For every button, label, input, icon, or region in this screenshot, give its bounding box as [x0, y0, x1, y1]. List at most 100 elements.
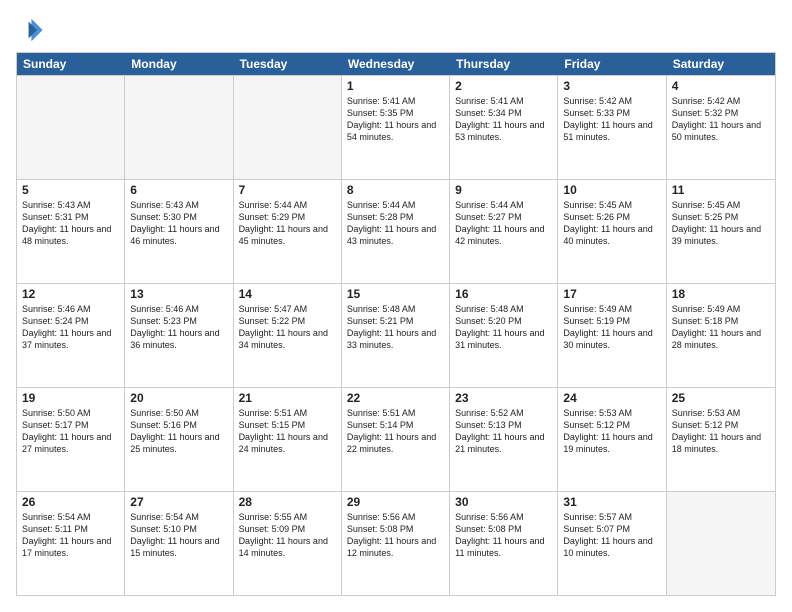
day-cell-9: 9Sunrise: 5:44 AM Sunset: 5:27 PM Daylig…: [450, 180, 558, 283]
day-info: Sunrise: 5:48 AM Sunset: 5:20 PM Dayligh…: [455, 303, 552, 352]
day-info: Sunrise: 5:47 AM Sunset: 5:22 PM Dayligh…: [239, 303, 336, 352]
empty-cell: [17, 76, 125, 179]
header-day-wednesday: Wednesday: [342, 53, 450, 75]
day-info: Sunrise: 5:49 AM Sunset: 5:18 PM Dayligh…: [672, 303, 770, 352]
day-number: 19: [22, 391, 119, 405]
day-cell-18: 18 Sunrise: 5:49 AM Sunset: 5:18 PM Dayli…: [667, 284, 775, 387]
day-number: 10: [563, 183, 660, 197]
header-day-sunday: Sunday: [17, 53, 125, 75]
day-cell-2: 2 Sunrise: 5:41 AM Sunset: 5:34 PM Daylig…: [450, 76, 558, 179]
day-number: 24: [563, 391, 660, 405]
day-cell-8: 8Sunrise: 5:44 AM Sunset: 5:28 PM Daylig…: [342, 180, 450, 283]
calendar-row-2: 12 Sunrise: 5:46 AM Sunset: 5:24 PM Dayli…: [17, 283, 775, 387]
day-cell-21: 21 Sunrise: 5:51 AM Sunset: 5:15 PM Dayli…: [234, 388, 342, 491]
header-day-tuesday: Tuesday: [234, 53, 342, 75]
day-info: Sunrise: 5:53 AM Sunset: 5:12 PM Dayligh…: [672, 407, 770, 456]
day-number: 26: [22, 495, 119, 509]
day-info: Sunrise: 5:56 AM Sunset: 5:08 PM Dayligh…: [455, 511, 552, 560]
day-cell-4: 4 Sunrise: 5:42 AM Sunset: 5:32 PM Daylig…: [667, 76, 775, 179]
day-cell-1: 1 Sunrise: 5:41 AM Sunset: 5:35 PM Daylig…: [342, 76, 450, 179]
day-info: Sunrise: 5:51 AM Sunset: 5:15 PM Dayligh…: [239, 407, 336, 456]
calendar-row-4: 26 Sunrise: 5:54 AM Sunset: 5:11 PM Dayli…: [17, 491, 775, 595]
day-info: Sunrise: 5:56 AM Sunset: 5:08 PM Dayligh…: [347, 511, 444, 560]
day-cell-5: 5 Sunrise: 5:43 AM Sunset: 5:31 PM Daylig…: [17, 180, 125, 283]
day-cell-26: 26 Sunrise: 5:54 AM Sunset: 5:11 PM Dayli…: [17, 492, 125, 595]
calendar: SundayMondayTuesdayWednesdayThursdayFrid…: [16, 52, 776, 596]
day-number: 28: [239, 495, 336, 509]
day-info: Sunrise: 5:54 AM Sunset: 5:11 PM Dayligh…: [22, 511, 119, 560]
day-info: Sunrise: 5:49 AM Sunset: 5:19 PM Dayligh…: [563, 303, 660, 352]
day-info: Sunrise: 5:42 AM Sunset: 5:33 PM Dayligh…: [563, 95, 660, 144]
day-number: 27: [130, 495, 227, 509]
day-info: Sunrise: 5:52 AM Sunset: 5:13 PM Dayligh…: [455, 407, 552, 456]
day-info: Sunrise: 5:55 AM Sunset: 5:09 PM Dayligh…: [239, 511, 336, 560]
day-number: 17: [563, 287, 660, 301]
day-cell-13: 13 Sunrise: 5:46 AM Sunset: 5:23 PM Dayli…: [125, 284, 233, 387]
day-info: Sunrise: 5:45 AM Sunset: 5:25 PM Dayligh…: [672, 199, 770, 248]
day-number: 25: [672, 391, 770, 405]
day-number: 12: [22, 287, 119, 301]
day-number: 7: [239, 183, 336, 197]
day-info: Sunrise: 5:41 AM Sunset: 5:35 PM Dayligh…: [347, 95, 444, 144]
day-info: Sunrise: 5:54 AM Sunset: 5:10 PM Dayligh…: [130, 511, 227, 560]
page: SundayMondayTuesdayWednesdayThursdayFrid…: [0, 0, 792, 612]
empty-cell: [234, 76, 342, 179]
header-day-monday: Monday: [125, 53, 233, 75]
day-cell-19: 19 Sunrise: 5:50 AM Sunset: 5:17 PM Dayli…: [17, 388, 125, 491]
day-info: Sunrise: 5:45 AM Sunset: 5:26 PM Dayligh…: [563, 199, 660, 248]
header-day-friday: Friday: [558, 53, 666, 75]
header-day-thursday: Thursday: [450, 53, 558, 75]
day-info: Sunrise: 5:57 AM Sunset: 5:07 PM Dayligh…: [563, 511, 660, 560]
day-info: Sunrise: 5:53 AM Sunset: 5:12 PM Dayligh…: [563, 407, 660, 456]
day-number: 1: [347, 79, 444, 93]
day-cell-14: 14 Sunrise: 5:47 AM Sunset: 5:22 PM Dayli…: [234, 284, 342, 387]
day-cell-7: 7 Sunrise: 5:44 AM Sunset: 5:29 PM Daylig…: [234, 180, 342, 283]
day-cell-10: 10 Sunrise: 5:45 AM Sunset: 5:26 PM Dayli…: [558, 180, 666, 283]
day-number: 20: [130, 391, 227, 405]
day-info: Sunrise: 5:42 AM Sunset: 5:32 PM Dayligh…: [672, 95, 770, 144]
day-number: 21: [239, 391, 336, 405]
logo-icon: [16, 16, 44, 44]
day-number: 15: [347, 287, 444, 301]
day-cell-17: 17 Sunrise: 5:49 AM Sunset: 5:19 PM Dayli…: [558, 284, 666, 387]
day-info: Sunrise: 5:43 AM Sunset: 5:30 PM Dayligh…: [130, 199, 227, 248]
day-info: Sunrise: 5:41 AM Sunset: 5:34 PM Dayligh…: [455, 95, 552, 144]
day-number: 13: [130, 287, 227, 301]
empty-cell: [667, 492, 775, 595]
day-cell-3: 3 Sunrise: 5:42 AM Sunset: 5:33 PM Daylig…: [558, 76, 666, 179]
day-number: 4: [672, 79, 770, 93]
day-number: 29: [347, 495, 444, 509]
day-cell-31: 31Sunrise: 5:57 AM Sunset: 5:07 PM Dayli…: [558, 492, 666, 595]
day-number: 8: [347, 183, 444, 197]
day-number: 14: [239, 287, 336, 301]
day-cell-29: 29 Sunrise: 5:56 AM Sunset: 5:08 PM Dayli…: [342, 492, 450, 595]
day-cell-24: 24 Sunrise: 5:53 AM Sunset: 5:12 PM Dayli…: [558, 388, 666, 491]
day-number: 22: [347, 391, 444, 405]
calendar-body: 1 Sunrise: 5:41 AM Sunset: 5:35 PM Daylig…: [17, 75, 775, 595]
logo: [16, 16, 48, 44]
day-info: Sunrise: 5:46 AM Sunset: 5:23 PM Dayligh…: [130, 303, 227, 352]
calendar-header: SundayMondayTuesdayWednesdayThursdayFrid…: [17, 53, 775, 75]
day-cell-25: 25 Sunrise: 5:53 AM Sunset: 5:12 PM Dayli…: [667, 388, 775, 491]
day-number: 23: [455, 391, 552, 405]
day-info: Sunrise: 5:50 AM Sunset: 5:16 PM Dayligh…: [130, 407, 227, 456]
day-number: 30: [455, 495, 552, 509]
day-number: 5: [22, 183, 119, 197]
day-cell-15: 15Sunrise: 5:48 AM Sunset: 5:21 PM Dayli…: [342, 284, 450, 387]
day-info: Sunrise: 5:50 AM Sunset: 5:17 PM Dayligh…: [22, 407, 119, 456]
day-cell-22: 22 Sunrise: 5:51 AM Sunset: 5:14 PM Dayli…: [342, 388, 450, 491]
day-cell-20: 20 Sunrise: 5:50 AM Sunset: 5:16 PM Dayli…: [125, 388, 233, 491]
day-number: 2: [455, 79, 552, 93]
day-cell-12: 12 Sunrise: 5:46 AM Sunset: 5:24 PM Dayli…: [17, 284, 125, 387]
day-cell-23: 23 Sunrise: 5:52 AM Sunset: 5:13 PM Dayli…: [450, 388, 558, 491]
day-info: Sunrise: 5:44 AM Sunset: 5:29 PM Dayligh…: [239, 199, 336, 248]
calendar-row-1: 5 Sunrise: 5:43 AM Sunset: 5:31 PM Daylig…: [17, 179, 775, 283]
day-number: 18: [672, 287, 770, 301]
calendar-row-3: 19 Sunrise: 5:50 AM Sunset: 5:17 PM Dayli…: [17, 387, 775, 491]
day-info: Sunrise: 5:43 AM Sunset: 5:31 PM Dayligh…: [22, 199, 119, 248]
day-info: Sunrise: 5:46 AM Sunset: 5:24 PM Dayligh…: [22, 303, 119, 352]
day-cell-11: 11Sunrise: 5:45 AM Sunset: 5:25 PM Dayli…: [667, 180, 775, 283]
day-info: Sunrise: 5:51 AM Sunset: 5:14 PM Dayligh…: [347, 407, 444, 456]
day-number: 3: [563, 79, 660, 93]
day-cell-30: 30 Sunrise: 5:56 AM Sunset: 5:08 PM Dayli…: [450, 492, 558, 595]
